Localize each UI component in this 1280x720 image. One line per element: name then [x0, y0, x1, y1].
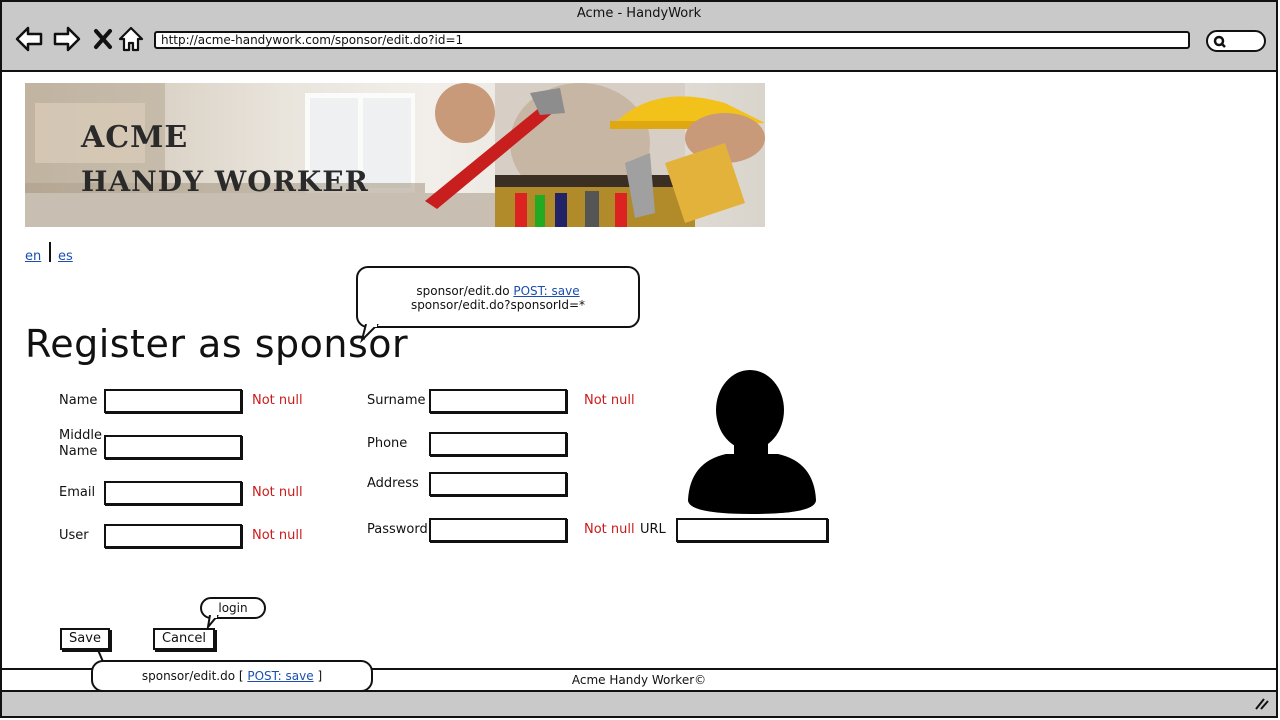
email-field[interactable]: [104, 481, 242, 505]
close-icon[interactable]: [88, 24, 118, 54]
lang-es-link[interactable]: es: [58, 249, 73, 264]
password-label: Password: [367, 522, 428, 537]
user-label: User: [59, 528, 89, 543]
note-top-line1: sponsor/edit.do POST: save: [358, 284, 638, 298]
banner-title-line2: HANDY WORKER: [81, 165, 369, 198]
password-field[interactable]: [429, 518, 567, 542]
save-button[interactable]: Save: [60, 628, 110, 650]
lang-en-wrapper: en: [25, 245, 41, 264]
search-input[interactable]: [1206, 30, 1266, 52]
lang-separator: [49, 242, 51, 262]
cancel-button[interactable]: Cancel: [153, 628, 215, 650]
home-icon[interactable]: [116, 24, 146, 54]
header-banner: ACME HANDY WORKER: [25, 83, 765, 227]
middle-name-field[interactable]: [104, 435, 242, 459]
phone-field[interactable]: [429, 432, 567, 456]
note-bottom-suffix: ]: [313, 669, 323, 683]
surname-field[interactable]: [429, 389, 567, 413]
lang-es-wrapper: es: [58, 245, 73, 264]
page-title: Register as sponsor: [25, 322, 409, 366]
phone-label: Phone: [367, 436, 408, 451]
email-required: Not null: [252, 485, 303, 500]
resize-grip-icon[interactable]: [1254, 697, 1270, 711]
avatar-icon: [688, 370, 816, 514]
note-bottom-bubble: sponsor/edit.do [ POST: save ]: [91, 660, 373, 692]
url-field[interactable]: [676, 518, 828, 542]
middle-name-label-1: Middle: [59, 428, 102, 443]
name-label: Name: [59, 393, 98, 408]
user-required: Not null: [252, 528, 303, 543]
url-bar[interactable]: http://acme-handywork.com/sponsor/edit.d…: [154, 31, 1190, 49]
note-top-line2: sponsor/edit.do?sponsorId=*: [410, 298, 586, 312]
window-title: Acme - HandyWork: [576, 6, 702, 21]
note-top-link[interactable]: POST: save: [513, 284, 579, 298]
lang-en-link[interactable]: en: [25, 249, 41, 264]
name-field[interactable]: [104, 389, 242, 413]
user-field[interactable]: [104, 524, 242, 548]
forward-arrow-icon[interactable]: [52, 24, 82, 54]
note-top-bubble: sponsor/edit.do POST: save sponsor/edit.…: [356, 266, 640, 328]
email-label: Email: [59, 485, 96, 500]
surname-required: Not null: [584, 393, 635, 408]
password-required: Not null: [584, 522, 635, 537]
surname-label: Surname: [367, 393, 426, 408]
banner-title-line1: ACME: [80, 120, 188, 155]
note-login-text: login: [218, 601, 248, 615]
note-login-tail: [206, 615, 219, 629]
note-top-prefix: sponsor/edit.do: [416, 284, 514, 298]
address-label: Address: [367, 476, 419, 491]
name-required: Not null: [252, 393, 303, 408]
note-bottom-link[interactable]: POST: save: [247, 669, 313, 683]
middle-name-label-2: Name: [59, 444, 98, 459]
url-label: URL: [640, 522, 666, 537]
address-field[interactable]: [429, 472, 567, 496]
back-arrow-icon[interactable]: [14, 24, 44, 54]
search-icon: [1213, 35, 1226, 48]
browser-toolbar: Acme - HandyWork http://acme-handywork.c…: [2, 2, 1276, 72]
status-bar: [2, 692, 1276, 716]
note-bottom-prefix: sponsor/edit.do [: [141, 669, 248, 683]
